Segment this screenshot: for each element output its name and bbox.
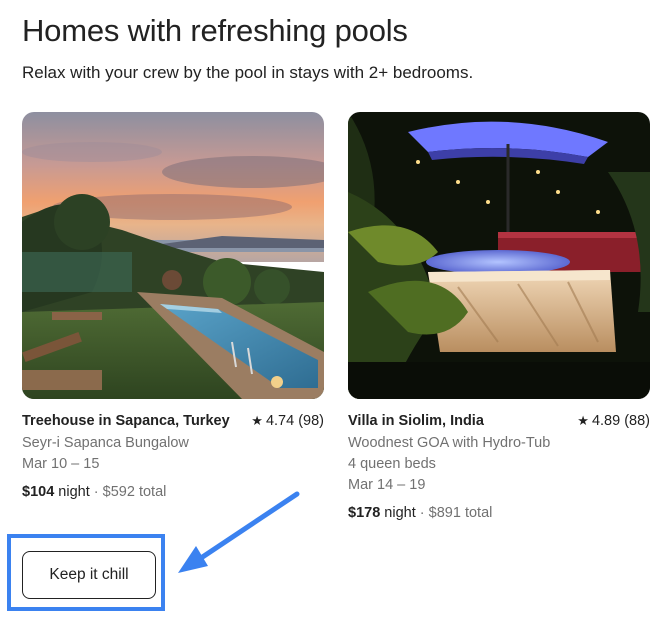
listing-title[interactable]: Villa in Siolim, India: [348, 413, 484, 429]
price-separator: ·: [419, 505, 425, 521]
listing-photo-treehouse-pool[interactable]: [22, 112, 324, 399]
price-unit: night: [58, 484, 90, 500]
keep-it-chill-button[interactable]: Keep it chill: [22, 551, 156, 599]
listing-rating: ★ 4.89 (88): [577, 413, 650, 429]
rating-value: 4.89 (88): [591, 413, 650, 429]
listing-photo-hydro-tub[interactable]: [348, 112, 650, 399]
price-separator: ·: [93, 484, 99, 500]
price-unit: night: [384, 505, 416, 521]
page-title: Homes with refreshing pools: [22, 13, 408, 48]
listing-card-siolim[interactable]: Villa in Siolim, India ★ 4.89 (88) Woodne…: [348, 112, 650, 521]
listing-host-name: Seyr-i Sapanca Bungalow: [22, 435, 189, 451]
listing-dates: Mar 14 – 19: [348, 477, 426, 493]
listing-beds: 4 queen beds: [348, 456, 436, 472]
listing-rating: ★ 4.74 (98): [251, 413, 324, 429]
price-total[interactable]: $891 total: [429, 505, 493, 521]
price-total[interactable]: $592 total: [103, 484, 167, 500]
page-subtitle: Relax with your crew by the pool in stay…: [22, 63, 474, 82]
listing-dates: Mar 10 – 15: [22, 456, 100, 472]
listing-price: $104 night · $592 total: [22, 484, 324, 500]
listing-price: $178 night · $891 total: [348, 505, 650, 521]
price-amount: $178: [348, 505, 381, 521]
listing-card-sapanca[interactable]: Treehouse in Sapanca, Turkey ★ 4.74 (98) …: [22, 112, 324, 500]
listing-host-name: Woodnest GOA with Hydro-Tub: [348, 435, 551, 451]
price-amount: $104: [22, 484, 55, 500]
star-icon: ★: [251, 413, 263, 428]
star-icon: ★: [577, 413, 589, 428]
rating-value: 4.74 (98): [265, 413, 324, 429]
listing-title[interactable]: Treehouse in Sapanca, Turkey: [22, 413, 230, 429]
